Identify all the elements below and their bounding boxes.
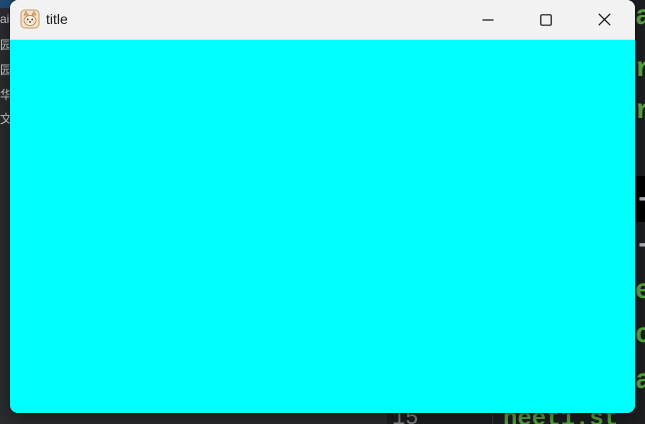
title-bar[interactable]: title (10, 0, 635, 40)
app-window: title (10, 0, 635, 413)
minimize-button[interactable] (459, 0, 517, 39)
code-fragment: c (635, 320, 645, 351)
code-fragment: - (635, 186, 645, 214)
window-title: title (46, 11, 68, 27)
window-client-area[interactable] (10, 40, 635, 413)
minimize-icon (482, 14, 494, 26)
maximize-icon (540, 13, 552, 26)
code-fragment: r (635, 96, 645, 127)
maximize-button[interactable] (517, 0, 575, 39)
code-fragment: a (635, 366, 645, 397)
code-fragment: a (635, 2, 645, 33)
close-button[interactable] (575, 0, 633, 39)
code-fragment: - (635, 232, 645, 260)
code-fragment: r (635, 54, 645, 85)
code-fragment: e (635, 276, 645, 307)
app-icon (20, 9, 40, 29)
close-icon (597, 13, 611, 26)
